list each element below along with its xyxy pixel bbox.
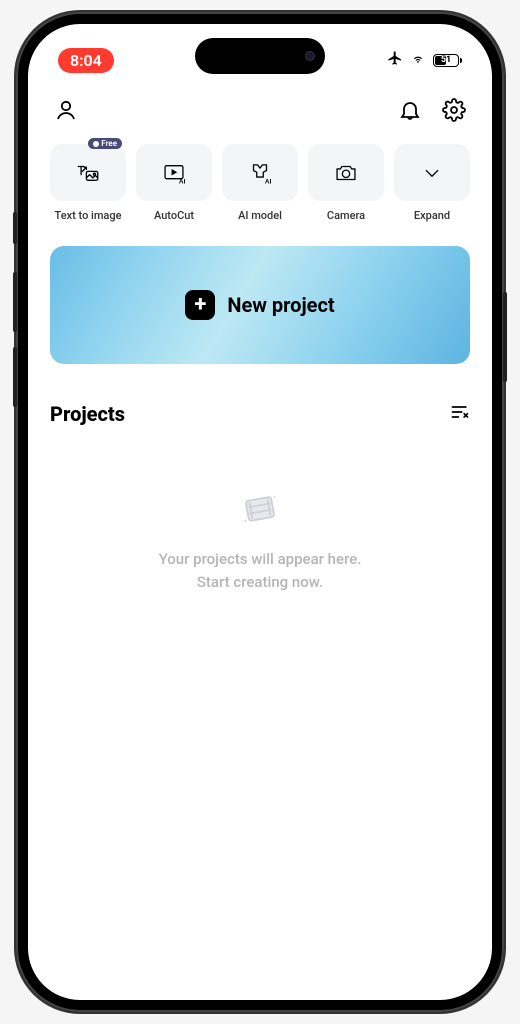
profile-icon[interactable] <box>54 98 78 126</box>
autocut-icon: AI <box>161 160 187 186</box>
status-time-recording: 8:04 <box>58 48 114 73</box>
ai-model-icon: AI <box>247 160 273 186</box>
new-project-button[interactable]: + New project <box>50 246 470 364</box>
screen: 8:04 51 <box>28 24 492 1000</box>
top-bar <box>50 88 470 144</box>
projects-title: Projects <box>50 402 125 426</box>
empty-text-line1: Your projects will appear here. <box>50 548 470 571</box>
sort-edit-icon[interactable] <box>450 402 470 426</box>
tool-expand[interactable]: Expand <box>394 144 470 222</box>
tool-label: Text to image <box>50 209 126 222</box>
tool-label: Expand <box>394 209 470 222</box>
phone-frame: 8:04 51 <box>16 12 504 1012</box>
tool-label: AI model <box>222 209 298 222</box>
new-project-label: New project <box>227 293 334 317</box>
tool-autocut[interactable]: AI AutoCut <box>136 144 212 222</box>
plus-icon: + <box>185 290 215 320</box>
tool-ai-model[interactable]: AI AI model <box>222 144 298 222</box>
battery-indicator: 51 <box>433 54 462 67</box>
empty-text-line2: Start creating now. <box>50 571 470 594</box>
svg-text:AI: AI <box>265 178 272 185</box>
film-clip-icon <box>50 486 470 530</box>
status-icons: 51 <box>387 50 462 70</box>
dynamic-island <box>195 38 325 74</box>
tool-label: AutoCut <box>136 209 212 222</box>
chevron-down-icon <box>419 160 445 186</box>
projects-empty-state: Your projects will appear here. Start cr… <box>50 486 470 593</box>
airplane-mode-icon <box>387 50 403 70</box>
text-to-image-icon <box>75 160 101 186</box>
tool-label: Camera <box>308 209 384 222</box>
notifications-icon[interactable] <box>398 98 422 126</box>
free-badge: Free <box>88 138 122 149</box>
tool-text-to-image[interactable]: Free Text to image <box>50 144 126 222</box>
camera-icon <box>333 160 359 186</box>
svg-text:AI: AI <box>179 178 186 185</box>
tool-grid: Free Text to image <box>50 144 470 222</box>
wifi-icon <box>409 51 427 70</box>
projects-header: Projects <box>50 402 470 426</box>
settings-icon[interactable] <box>442 98 466 126</box>
tool-camera[interactable]: Camera <box>308 144 384 222</box>
